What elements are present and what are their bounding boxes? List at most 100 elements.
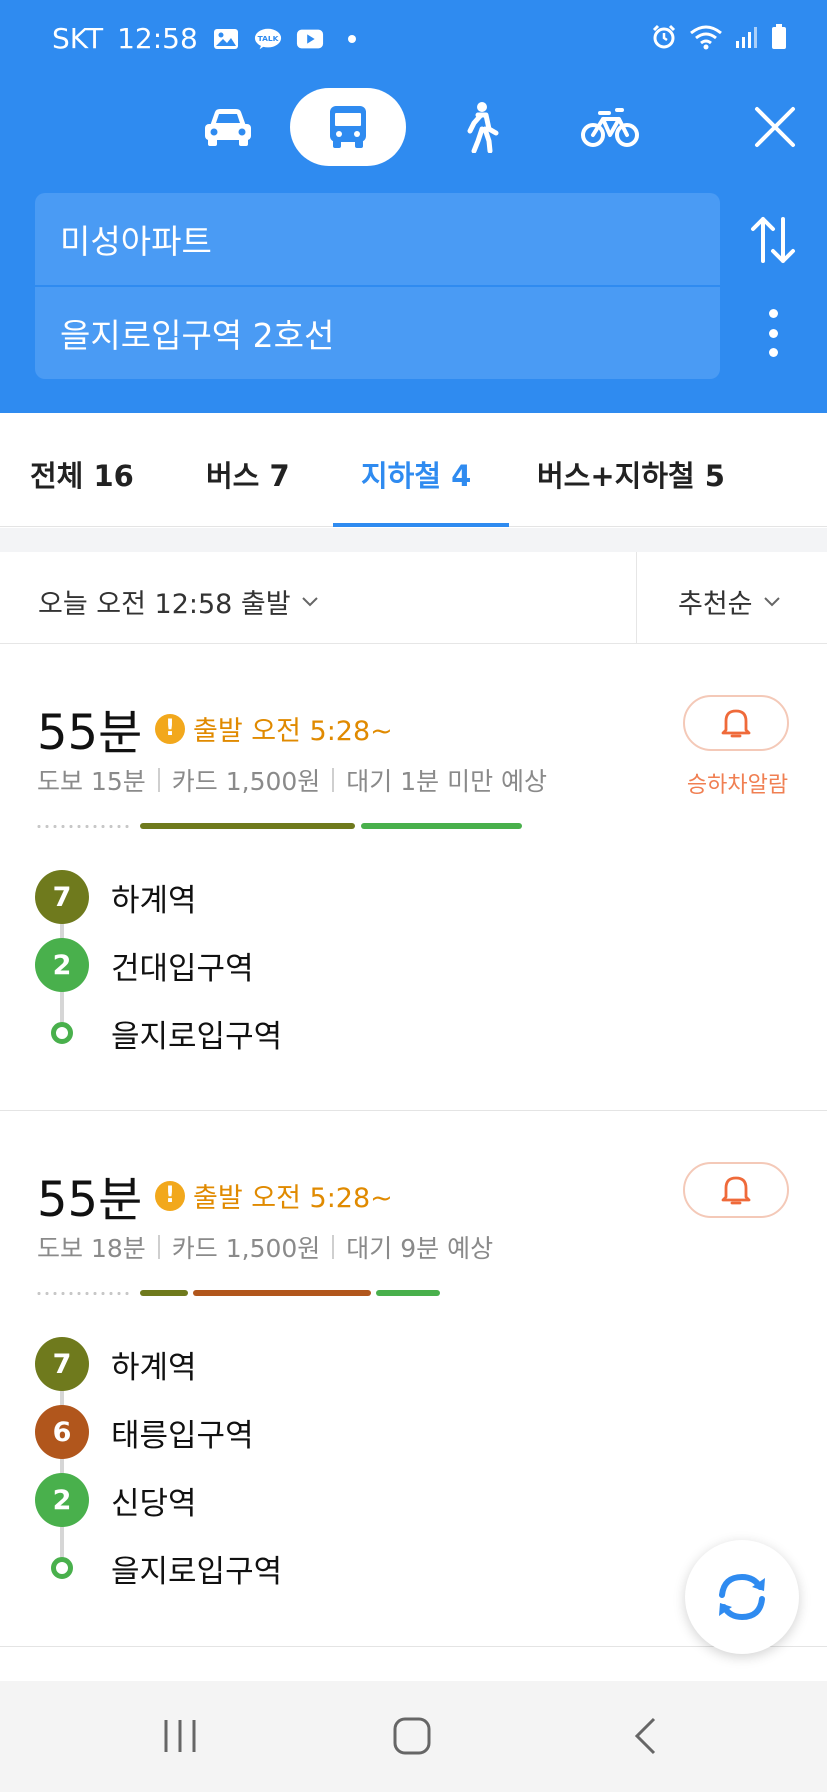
stop-item: 2 건대입구역 [35,931,282,999]
youtube-icon [296,27,324,51]
stop-item: 을지로입구역 [35,999,282,1067]
alarm-button[interactable] [683,1162,789,1218]
route-line [60,1364,64,1568]
home-button[interactable] [382,1711,442,1761]
fare: 카드 1,500원 [171,767,321,796]
more-dot [768,348,778,357]
more-dot [768,309,778,318]
bike-icon [581,108,639,147]
destination-dot [35,1541,89,1595]
tab-subway[interactable]: 지하철 4 [361,453,471,495]
route-header: SKT 12:58 TALK 미성아파트 을지로입구역 2호선 [0,0,827,413]
meta-divider [332,768,335,792]
bus-icon [330,106,366,148]
more-dot [768,328,778,338]
alarm-button[interactable] [683,695,789,751]
filter-bar: 오늘 오전 12:58 출발 추천순 [0,552,827,644]
destination-field[interactable]: 을지로입구역 2호선 [35,287,720,379]
route-input-box: 미성아파트 을지로입구역 2호선 [35,193,720,379]
signal-icon [736,27,757,48]
battery-icon [772,24,786,49]
section-separator [0,528,827,552]
tab-all[interactable]: 전체 16 [30,453,134,495]
back-button[interactable] [615,1711,675,1761]
bell-icon [721,709,751,738]
stop-list: 7 하계역 2 건대입구역 을지로입구역 [35,863,282,1067]
route-duration: 55분 [37,705,143,761]
recent-apps-button[interactable] [150,1711,210,1761]
refresh-button[interactable] [685,1540,799,1654]
route-meta: 도보 15분 카드 1,500원 대기 1분 미만 예상 [37,762,547,798]
chevron-down-icon [763,596,780,606]
route-bar-line6 [193,1290,371,1296]
stop-name: 건대입구역 [111,950,254,987]
stop-name: 을지로입구역 [111,1553,283,1590]
route-bar-line7 [140,1290,188,1296]
tab-bus-subway[interactable]: 버스+지하철 5 [537,453,725,495]
status-bar: SKT 12:58 TALK [0,0,827,80]
more-options-button[interactable] [758,305,788,361]
close-button[interactable] [740,88,810,166]
stop-name: 태릉입구역 [111,1417,254,1454]
departure-time-selector[interactable]: 오늘 오전 12:58 출발 [38,582,319,621]
departure-warning-text: 출발 오전 5:28~ [193,1183,393,1214]
route-duration: 55분 [37,1172,143,1228]
system-nav-bar [0,1681,827,1792]
mode-car-button[interactable] [180,88,275,166]
alarm-icon [652,24,676,49]
swap-route-button[interactable] [745,210,801,270]
alarm-label: 승하차알람 [686,773,789,798]
gallery-icon [212,27,240,51]
stop-item: 6 태릉입구역 [35,1398,282,1466]
mode-walk-button[interactable] [440,88,520,166]
stop-name: 을지로입구역 [111,1018,283,1055]
stop-item: 을지로입구역 [35,1534,282,1602]
stop-item: 7 하계역 [35,863,282,931]
departure-warning: ! 출발 오전 5:28~ [155,709,393,748]
origin-field[interactable]: 미성아파트 [35,193,720,285]
meta-divider [157,768,160,792]
line-2-badge: 2 [35,1473,89,1527]
wait-time: 대기 1분 미만 예상 [346,767,548,796]
transport-mode-bar [0,88,827,168]
stop-name: 하계역 [111,1349,197,1386]
stop-item: 7 하계역 [35,1330,282,1398]
status-left: SKT 12:58 TALK [52,22,366,55]
route-meta: 도보 18분 카드 1,500원 대기 9분 예상 [37,1229,493,1265]
stop-item: 2 신당역 [35,1466,282,1534]
meta-divider [332,1235,335,1259]
carrier-label: SKT [52,22,104,55]
departure-warning: ! 출발 오전 5:28~ [155,1176,393,1215]
status-right [651,24,787,50]
wait-time: 대기 9분 예상 [346,1234,494,1263]
walk-time: 도보 15분 [37,767,146,796]
route-bar-walk [35,1292,133,1295]
sort-label: 추천순 [678,589,753,620]
back-icon [634,1717,656,1755]
tab-bus[interactable]: 버스 7 [206,453,290,495]
route-bar-line2 [376,1290,440,1296]
close-icon [755,107,795,147]
result-tabs: 전체 16 버스 7 지하철 4 버스+지하철 5 [0,413,827,527]
home-icon [393,1717,431,1755]
line-2-badge: 2 [35,938,89,992]
mode-bike-button[interactable] [570,88,650,166]
stop-name: 하계역 [111,882,197,919]
destination-dot [35,1006,89,1060]
warning-icon: ! [155,713,185,744]
stop-list: 7 하계역 6 태릉입구역 2 신당역 을지로입구역 [35,1330,282,1602]
fare: 카드 1,500원 [171,1234,321,1263]
walk-time: 도보 18분 [37,1234,146,1263]
route-bar-line2 [361,823,522,829]
warning-icon: ! [155,1180,185,1211]
swap-icon [751,217,795,263]
wifi-icon [690,25,722,50]
recent-apps-icon [164,1720,196,1752]
departure-warning-text: 출발 오전 5:28~ [193,716,393,747]
meta-divider [157,1235,160,1259]
line-6-badge: 6 [35,1405,89,1459]
mode-bus-button[interactable] [290,88,406,166]
sort-selector[interactable]: 추천순 [678,582,781,621]
route-result-card[interactable]: 55분 ! 출발 오전 5:28~ 도보 15분 카드 1,500원 대기 1분… [0,645,827,1111]
route-bar-line7 [140,823,355,829]
